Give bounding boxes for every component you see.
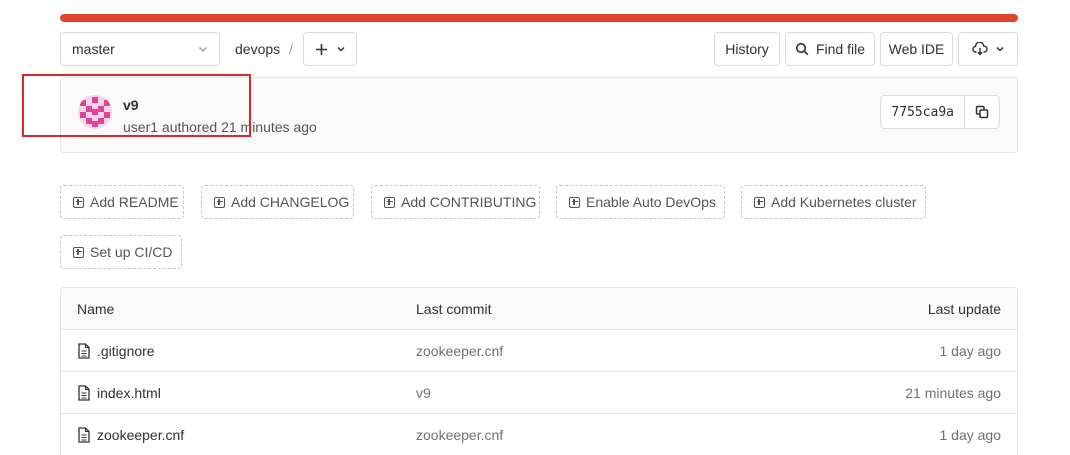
plus-square-icon <box>569 196 580 208</box>
table-row[interactable]: index.html v9 21 minutes ago <box>61 372 1017 414</box>
quick-action-label: Enable Auto DevOps <box>586 194 716 210</box>
last-update-time: 21 minutes ago <box>905 385 1001 401</box>
last-commit-link[interactable]: v9 <box>416 385 431 401</box>
file-name-cell: index.html <box>77 372 161 414</box>
plus-icon <box>315 43 327 55</box>
quick-action-label: Add Kubernetes cluster <box>771 194 917 210</box>
cloud-download-icon <box>971 42 988 56</box>
table-row[interactable]: .gitignore zookeeper.cnf 1 day ago <box>61 330 1017 372</box>
table-header: Name Last commit Last update <box>61 288 1017 330</box>
last-update-time: 1 day ago <box>939 427 1002 443</box>
add-contributing-button[interactable]: Add CONTRIBUTING <box>371 185 540 219</box>
branch-label: master <box>72 41 115 57</box>
branch-dropdown[interactable]: master <box>60 32 220 66</box>
chevron-down-icon <box>198 46 208 53</box>
file-tree-table: Name Last commit Last update .gitignore … <box>60 287 1018 455</box>
last-commit-link[interactable]: zookeeper.cnf <box>416 343 503 359</box>
enable-auto-devops-button[interactable]: Enable Auto DevOps <box>556 185 725 219</box>
last-commit-panel: v9 user1 authored 21 minutes ago 7755ca9… <box>60 77 1018 153</box>
breadcrumb-project[interactable]: devops <box>235 32 280 66</box>
plus-square-icon <box>384 196 395 208</box>
copy-icon <box>975 105 989 119</box>
plus-square-icon <box>214 196 225 208</box>
plus-square-icon <box>754 196 765 208</box>
file-icon <box>78 385 90 401</box>
search-icon <box>795 42 809 56</box>
setup-ci-cd-button[interactable]: Set up CI/CD <box>60 235 182 269</box>
history-button[interactable]: History <box>714 32 780 66</box>
chevron-down-icon <box>995 46 1004 52</box>
plus-square-icon <box>73 246 84 258</box>
commit-author-meta: user1 authored 21 minutes ago <box>123 119 317 135</box>
table-row[interactable]: zookeeper.cnf zookeeper.cnf 1 day ago <box>61 414 1017 455</box>
column-header-name: Name <box>77 301 115 317</box>
quick-action-label: Add README <box>90 194 179 210</box>
add-readme-button[interactable]: Add README <box>60 185 184 219</box>
repo-toolbar: master devops / History Find file Web ID… <box>60 32 1018 66</box>
file-link[interactable]: .gitignore <box>97 343 155 359</box>
commit-sha-group: 7755ca9a <box>880 95 1000 129</box>
find-file-label: Find file <box>815 41 866 57</box>
quick-action-label: Set up CI/CD <box>90 244 173 260</box>
find-file-button[interactable]: Find file <box>785 32 875 66</box>
avatar[interactable] <box>78 95 112 129</box>
last-commit-link[interactable]: zookeeper.cnf <box>416 427 503 443</box>
file-name-cell: .gitignore <box>77 330 155 372</box>
download-button[interactable] <box>958 32 1018 66</box>
commit-title-link[interactable]: v9 <box>123 97 139 113</box>
add-kubernetes-cluster-button[interactable]: Add Kubernetes cluster <box>741 185 926 219</box>
quick-action-label: Add CONTRIBUTING <box>401 194 537 210</box>
file-link[interactable]: index.html <box>97 385 161 401</box>
add-changelog-button[interactable]: Add CHANGELOG <box>201 185 354 219</box>
plus-square-icon <box>73 196 84 208</box>
chevron-down-icon <box>336 46 345 52</box>
pipeline-progress-fill <box>60 14 1018 22</box>
commit-sha[interactable]: 7755ca9a <box>881 96 965 128</box>
column-header-last-commit: Last commit <box>416 301 492 317</box>
file-icon <box>78 427 90 443</box>
copy-sha-button[interactable] <box>965 96 999 128</box>
last-update-time: 1 day ago <box>939 343 1002 359</box>
add-to-tree-button[interactable] <box>303 32 357 66</box>
column-header-last-update: Last update <box>927 301 1001 317</box>
file-icon <box>78 343 90 359</box>
file-link[interactable]: zookeeper.cnf <box>97 427 184 443</box>
pipeline-progress-bar <box>60 14 1018 22</box>
file-name-cell: zookeeper.cnf <box>77 414 184 455</box>
web-ide-button[interactable]: Web IDE <box>880 32 953 66</box>
quick-action-label: Add CHANGELOG <box>231 194 350 210</box>
breadcrumb-separator: / <box>289 41 293 57</box>
